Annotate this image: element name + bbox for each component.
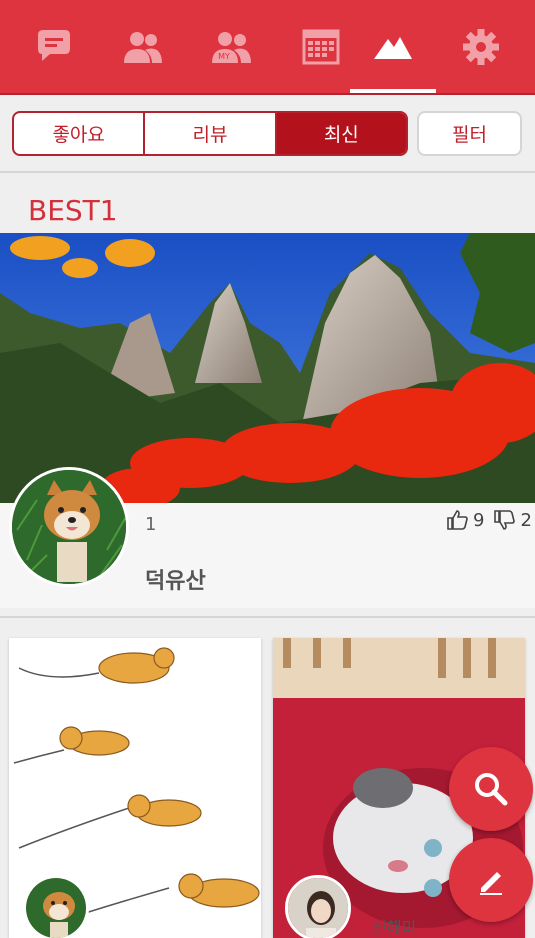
filter-button[interactable]: 필터 <box>417 111 522 156</box>
thumbs-up-icon[interactable] <box>446 508 470 532</box>
author-name: 진해미 <box>372 918 417 937</box>
tab-chat[interactable] <box>9 0 98 93</box>
search-icon <box>475 773 508 806</box>
my-badge: MY <box>218 52 230 61</box>
post-card[interactable] <box>9 638 261 938</box>
tab-settings[interactable] <box>436 0 525 93</box>
top-nav: MY <box>0 0 535 95</box>
best-reactions: 9 2 <box>446 508 532 532</box>
people-icon <box>123 31 162 63</box>
author-avatar[interactable] <box>23 875 89 938</box>
shiba-dog-image <box>26 878 86 938</box>
post-number: 1 <box>145 514 157 535</box>
thumbs-down-icon[interactable] <box>493 508 517 532</box>
pencil-icon <box>480 872 502 895</box>
tab-my-group[interactable]: MY <box>187 0 276 93</box>
best-post-photo[interactable] <box>0 233 535 503</box>
calendar-icon <box>302 29 339 64</box>
sort-option-latest[interactable]: 최신 <box>276 113 406 154</box>
best-label: BEST1 <box>28 194 118 227</box>
chat-icon <box>37 29 70 61</box>
divider <box>0 616 535 618</box>
my-people-icon: MY <box>211 31 251 63</box>
sort-segmented-control: 좋아요 리뷰 최신 <box>12 111 408 156</box>
divider <box>0 171 535 173</box>
mountain-icon <box>374 36 412 59</box>
person-photo <box>288 878 348 938</box>
search-button[interactable] <box>449 747 533 831</box>
dislike-count: 2 <box>520 509 532 531</box>
author-avatar[interactable] <box>285 875 351 938</box>
write-button[interactable] <box>449 838 533 922</box>
sort-option-likes[interactable]: 좋아요 <box>14 113 146 154</box>
sort-option-reviews[interactable]: 리뷰 <box>145 113 277 154</box>
tab-friends[interactable] <box>98 0 187 93</box>
author-avatar[interactable] <box>9 467 129 587</box>
mountain-photo <box>0 233 535 503</box>
tab-mountain[interactable] <box>350 0 436 93</box>
gear-icon <box>462 28 499 65</box>
like-count: 9 <box>473 509 485 531</box>
post-title: 덕유산 <box>145 569 206 594</box>
